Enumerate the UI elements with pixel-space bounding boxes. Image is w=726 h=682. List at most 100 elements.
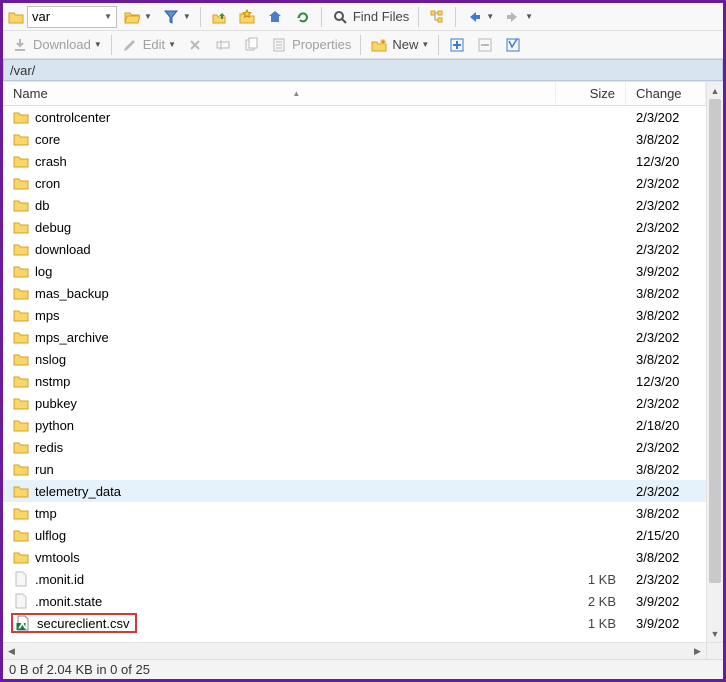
table-row[interactable]: download2/3/202 (3, 238, 706, 260)
folder-icon (13, 549, 29, 565)
file-size: 1 KB (556, 616, 626, 631)
select-all-button[interactable] (500, 34, 526, 56)
table-row[interactable]: pubkey2/3/202 (3, 392, 706, 414)
sort-indicator-icon: ▲ (292, 89, 300, 98)
file-name: vmtools (35, 550, 80, 565)
file-name: nstmp (35, 374, 70, 389)
file-changed: 3/8/202 (626, 308, 706, 323)
find-files-button[interactable]: Find Files (327, 6, 413, 28)
vertical-scrollbar[interactable]: ▲ ▼ (706, 82, 723, 642)
table-row[interactable]: tmp3/8/202 (3, 502, 706, 524)
path-bar[interactable]: /var/ (3, 59, 723, 81)
check-icon (504, 36, 522, 54)
table-row[interactable]: db2/3/202 (3, 194, 706, 216)
toolbar-navigation: ▼ ▼ ▼ Find Files ▼ ▼ (3, 3, 723, 31)
file-name: run (35, 462, 54, 477)
scroll-left-icon[interactable]: ◀ (3, 643, 20, 659)
table-row[interactable]: mps_archive2/3/202 (3, 326, 706, 348)
properties-icon (270, 36, 288, 54)
scroll-track[interactable] (707, 99, 723, 625)
file-name: redis (35, 440, 63, 455)
table-row[interactable]: ulflog2/15/20 (3, 524, 706, 546)
table-row[interactable]: .monit.id1 KB2/3/202 (3, 568, 706, 590)
table-row[interactable]: vmtools3/8/202 (3, 546, 706, 568)
rename-icon (214, 36, 232, 54)
column-name[interactable]: Name▲ (3, 82, 556, 105)
home-button[interactable] (262, 6, 288, 28)
column-changed[interactable]: Change (626, 82, 706, 105)
tree-button[interactable] (424, 6, 450, 28)
table-row[interactable]: mas_backup3/8/202 (3, 282, 706, 304)
download-icon (11, 36, 29, 54)
table-row[interactable]: nstmp 12/3/20 (3, 370, 706, 392)
file-changed: 2/3/202 (626, 198, 706, 213)
folder-icon (13, 351, 29, 367)
path-combo-input[interactable] (32, 9, 82, 24)
folder-icon (13, 483, 29, 499)
file-icon (13, 593, 29, 609)
file-name: .monit.id (35, 572, 84, 587)
path-combo[interactable]: ▼ (27, 6, 117, 28)
filter-button[interactable]: ▼ (158, 6, 195, 28)
table-row[interactable]: core3/8/202 (3, 128, 706, 150)
scroll-up-icon[interactable]: ▲ (707, 82, 723, 99)
table-row[interactable]: cron2/3/202 (3, 172, 706, 194)
file-changed: 2/18/20 (626, 418, 706, 433)
hscroll-track[interactable] (20, 643, 689, 659)
file-size: 1 KB (556, 572, 626, 587)
rename-button[interactable] (210, 34, 236, 56)
refresh-button[interactable] (290, 6, 316, 28)
folder-icon (13, 527, 29, 543)
download-button[interactable]: Download▼ (7, 34, 106, 56)
folder-icon (13, 285, 29, 301)
table-row[interactable]: redis2/3/202 (3, 436, 706, 458)
back-icon (465, 8, 483, 26)
file-name: core (35, 132, 60, 147)
minus-icon (476, 36, 494, 54)
edit-button[interactable]: Edit▼ (117, 34, 180, 56)
back-button[interactable]: ▼ (461, 6, 498, 28)
copy-button[interactable] (238, 34, 264, 56)
scroll-down-icon[interactable]: ▼ (707, 625, 723, 642)
collapse-button[interactable] (472, 34, 498, 56)
combo-dropdown-icon[interactable]: ▼ (104, 12, 112, 21)
new-button[interactable]: New▼ (366, 34, 433, 56)
plus-icon (448, 36, 466, 54)
scroll-right-icon[interactable]: ▶ (689, 643, 706, 659)
scroll-thumb[interactable] (709, 99, 721, 583)
table-row[interactable]: mps 3/8/202 (3, 304, 706, 326)
table-row[interactable]: nslog3/8/202 (3, 348, 706, 370)
file-name: .monit.state (35, 594, 102, 609)
file-changed: 12/3/20 (626, 374, 706, 389)
table-row[interactable]: controlcenter2/3/202 (3, 106, 706, 128)
table-row[interactable]: .monit.state2 KB3/9/202 (3, 590, 706, 612)
folder-icon (13, 373, 29, 389)
open-folder-button[interactable]: ▼ (119, 6, 156, 28)
table-row[interactable]: debug2/3/202 (3, 216, 706, 238)
table-row[interactable]: crash12/3/20 (3, 150, 706, 172)
folder-icon (13, 109, 29, 125)
table-row[interactable]: python2/18/20 (3, 414, 706, 436)
table-row[interactable]: telemetry_data2/3/202 (3, 480, 706, 502)
table-row[interactable]: run3/8/202 (3, 458, 706, 480)
parent-dir-button[interactable] (206, 6, 232, 28)
file-changed: 12/3/20 (626, 154, 706, 169)
table-row[interactable]: secureclient.csv1 KB3/9/202 (3, 612, 706, 634)
forward-button[interactable]: ▼ (500, 6, 537, 28)
table-row[interactable]: log3/9/202 (3, 260, 706, 282)
edit-label: Edit (142, 37, 165, 52)
expand-button[interactable] (444, 34, 470, 56)
file-name: mps (35, 308, 60, 323)
folder-icon (13, 197, 29, 213)
folder-icon (13, 329, 29, 345)
scroll-corner (706, 642, 723, 659)
folder-icon (13, 153, 29, 169)
bookmark-button[interactable] (234, 6, 260, 28)
horizontal-scrollbar[interactable]: ◀ ▶ (3, 642, 706, 659)
file-name: tmp (35, 506, 57, 521)
delete-button[interactable] (182, 34, 208, 56)
properties-button[interactable]: Properties (266, 34, 355, 56)
column-size[interactable]: Size (556, 82, 626, 105)
tree-icon (428, 8, 446, 26)
file-name: telemetry_data (35, 484, 121, 499)
